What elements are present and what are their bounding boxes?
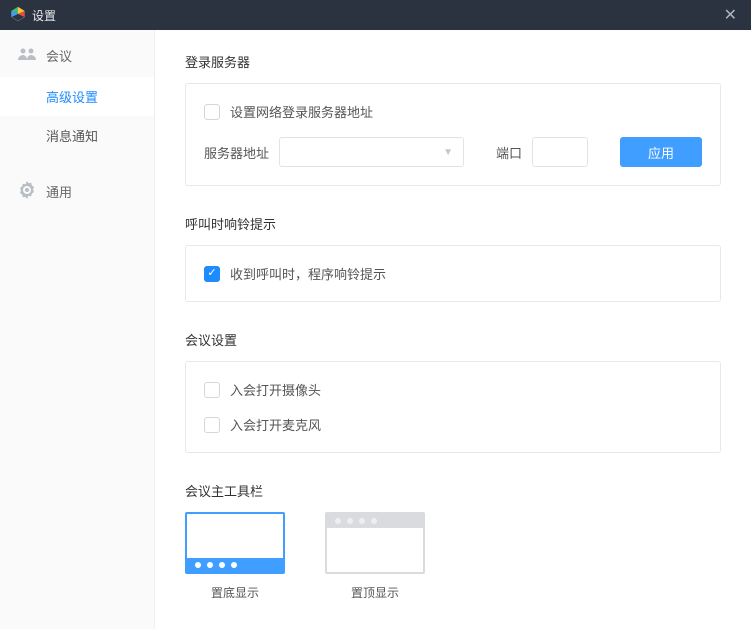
- ring-panel: ✓ 收到呼叫时，程序响铃提示: [185, 245, 721, 302]
- section-title-meeting: 会议设置: [185, 330, 721, 349]
- sidebar-item-notifications[interactable]: 消息通知: [0, 116, 154, 155]
- sidebar-item-advanced[interactable]: 高级设置: [0, 77, 154, 116]
- check-icon: ✓: [207, 268, 216, 279]
- toolbar-option-top[interactable]: 置顶显示: [325, 512, 425, 601]
- checkbox-open-camera[interactable]: [204, 382, 220, 398]
- close-icon[interactable]: ✕: [720, 5, 741, 25]
- toolbar-option-label: 置底显示: [211, 584, 259, 601]
- checkbox-ring-on-call[interactable]: ✓: [204, 266, 220, 282]
- app-logo-icon: [10, 6, 26, 25]
- titlebar: 设置 ✕: [0, 0, 751, 30]
- server-addr-label: 服务器地址: [204, 143, 269, 162]
- sidebar-section-meeting[interactable]: 会议: [0, 34, 154, 77]
- meeting-icon: [18, 47, 36, 64]
- content-area: 登录服务器 设置网络登录服务器地址 服务器地址 ▼ 端口 应用 呼叫时响铃提示 …: [155, 30, 751, 629]
- sidebar-section-label: 会议: [46, 46, 72, 65]
- meeting-panel: 入会打开摄像头 入会打开麦克风: [185, 361, 721, 453]
- port-input[interactable]: [532, 137, 588, 167]
- section-title-ring: 呼叫时响铃提示: [185, 214, 721, 233]
- section-title-toolbar: 会议主工具栏: [185, 481, 721, 500]
- port-label: 端口: [496, 143, 522, 162]
- checkbox-label: 设置网络登录服务器地址: [230, 102, 373, 121]
- section-title-server: 登录服务器: [185, 52, 721, 71]
- checkbox-set-server-addr[interactable]: [204, 104, 220, 120]
- gear-icon: [18, 181, 36, 202]
- sidebar-item-label: 消息通知: [46, 129, 98, 144]
- sidebar-section-general[interactable]: 通用: [0, 169, 154, 214]
- sidebar-section-label: 通用: [46, 182, 72, 201]
- sidebar: 会议 高级设置 消息通知 通用: [0, 30, 155, 629]
- toolbar-option-bottom[interactable]: 置底显示: [185, 512, 285, 601]
- toolbar-option-label: 置顶显示: [351, 584, 399, 601]
- sidebar-item-label: 高级设置: [46, 90, 98, 105]
- server-addr-select[interactable]: ▼: [279, 137, 464, 167]
- apply-button[interactable]: 应用: [620, 137, 702, 167]
- chevron-down-icon: ▼: [443, 147, 453, 158]
- checkbox-open-mic[interactable]: [204, 417, 220, 433]
- toolbar-preview-top: [325, 512, 425, 574]
- checkbox-label: 入会打开摄像头: [230, 380, 321, 399]
- toolbar-position-options: 置底显示 置顶显示: [185, 512, 721, 601]
- checkbox-label: 入会打开麦克风: [230, 415, 321, 434]
- window-title: 设置: [32, 7, 56, 24]
- server-panel: 设置网络登录服务器地址 服务器地址 ▼ 端口 应用: [185, 83, 721, 186]
- checkbox-label: 收到呼叫时，程序响铃提示: [230, 264, 386, 283]
- toolbar-preview-bottom: [185, 512, 285, 574]
